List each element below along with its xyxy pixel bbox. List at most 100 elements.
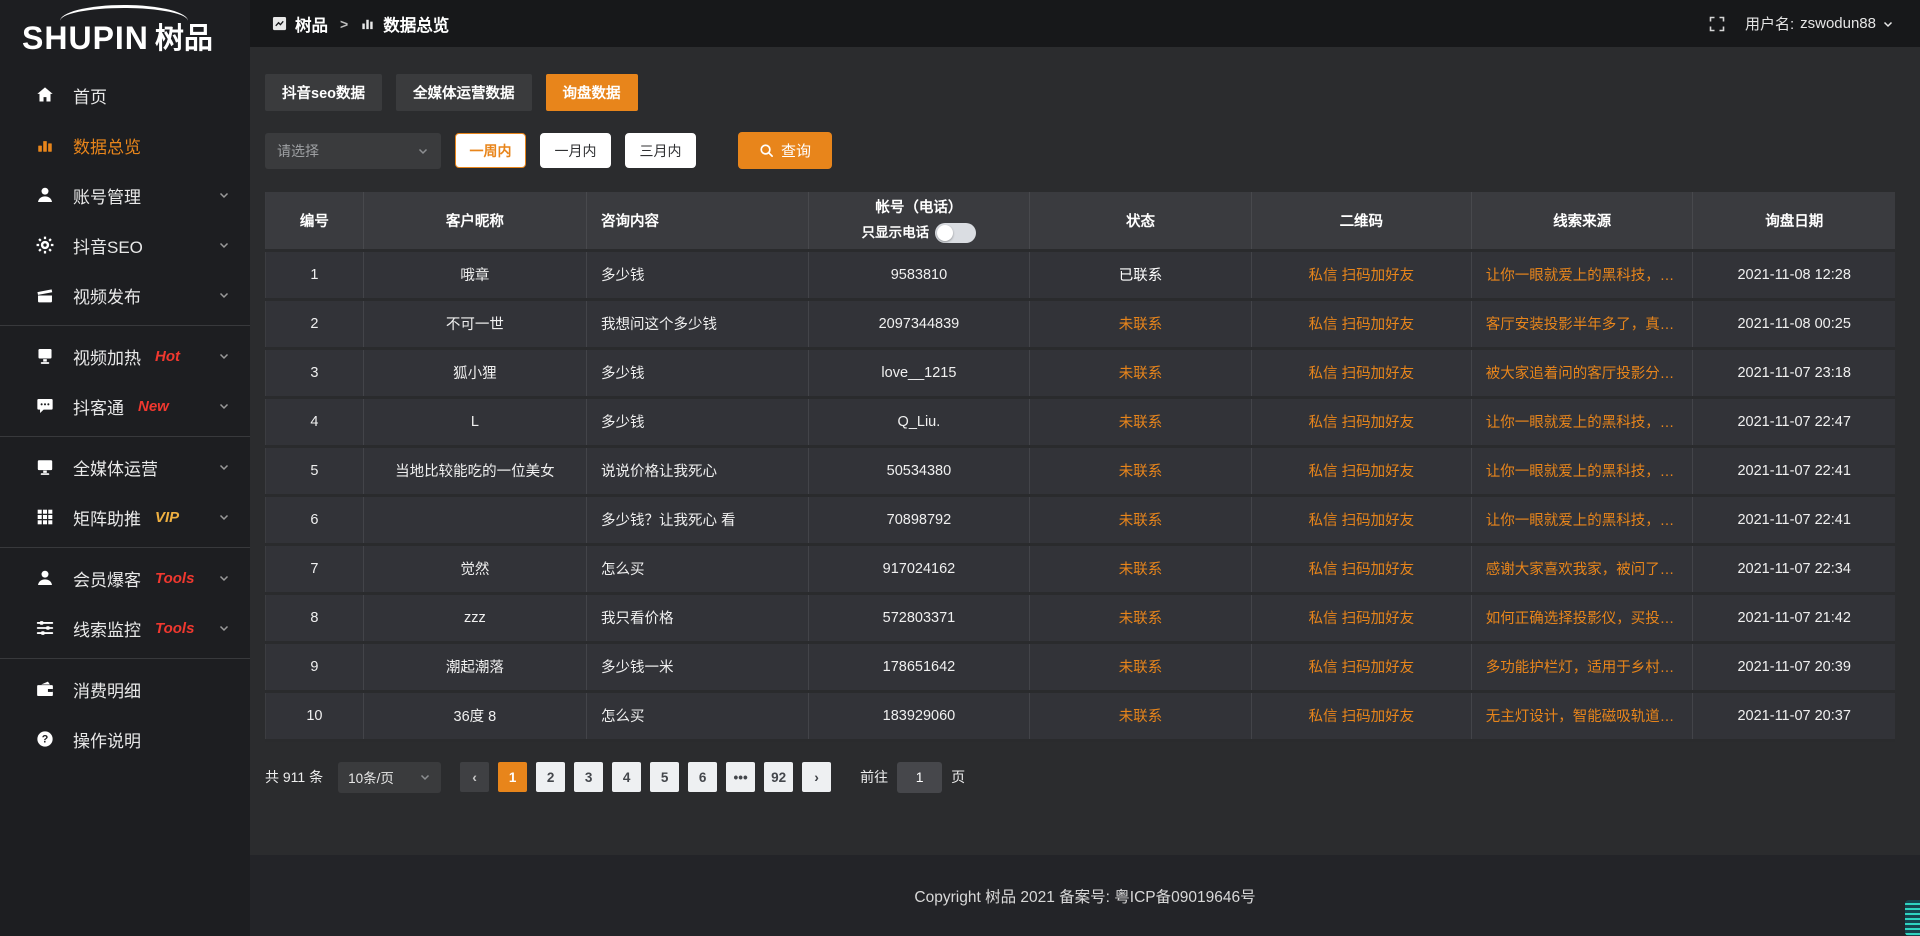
source-link[interactable]: 感谢大家喜欢我家，被问了好...: [1486, 558, 1679, 579]
header-index: 编号: [266, 192, 364, 250]
source-link[interactable]: 如何正确选择投影仪，买投影...: [1486, 607, 1679, 628]
cell-index: 5: [266, 446, 364, 495]
table-header-row: 编号 客户昵称 咨询内容 帐号（电话） 只显示电话 状态 二维码 线索来源 询盘…: [266, 192, 1896, 250]
source-link[interactable]: 让你一眼就爱上的黑科技，能...: [1486, 411, 1679, 432]
support-widget[interactable]: [1905, 900, 1920, 936]
sidebar-item-help[interactable]: ?操作说明: [0, 714, 250, 764]
source-link[interactable]: 客厅安装投影半年多了，真实...: [1486, 313, 1679, 334]
source-link[interactable]: 被大家追着问的客厅投影分享...: [1486, 362, 1679, 383]
copyright-text: Copyright 树品 2021 备案号: 粤ICP备09019646号: [914, 885, 1255, 907]
qrcode-link[interactable]: 私信 扫码加好友: [1266, 656, 1457, 677]
page-button-92[interactable]: 92: [764, 762, 793, 792]
page-button-4[interactable]: 4: [612, 762, 641, 792]
sidebar-item-data-overview[interactable]: 数据总览: [0, 120, 250, 170]
wallet-icon: [36, 680, 56, 698]
sidebar-item-expense[interactable]: 消费明细: [0, 664, 250, 714]
sidebar-item-account[interactable]: 账号管理: [0, 170, 250, 220]
header-account: 帐号（电话） 只显示电话: [808, 192, 1030, 250]
cell-content: 多少钱一米: [587, 642, 809, 691]
query-button[interactable]: 查询: [738, 132, 832, 169]
member-icon: [36, 569, 56, 587]
source-link[interactable]: 让你一眼就爱上的黑科技，能...: [1486, 509, 1679, 530]
sidebar-divider: [0, 325, 250, 326]
sidebar-item-douyin-seo[interactable]: 抖音SEO: [0, 220, 250, 270]
breadcrumb-item-root[interactable]: 树品: [295, 12, 328, 36]
sidebar-item-badge: New: [138, 398, 169, 415]
cell-account: 183929060: [808, 691, 1030, 740]
cell-content: 怎么买: [587, 691, 809, 740]
page-ellipsis-button[interactable]: •••: [726, 762, 755, 792]
sidebar-item-matrix-boost[interactable]: 矩阵助推VIP: [0, 492, 250, 542]
header-content: 咨询内容: [587, 192, 809, 250]
tab-inquiry-data[interactable]: 询盘数据: [546, 74, 638, 111]
qrcode-link[interactable]: 私信 扫码加好友: [1266, 313, 1457, 334]
sidebar-item-home[interactable]: 首页: [0, 70, 250, 120]
qrcode-link[interactable]: 私信 扫码加好友: [1266, 460, 1457, 481]
qrcode-link[interactable]: 私信 扫码加好友: [1266, 362, 1457, 383]
qrcode-link[interactable]: 私信 扫码加好友: [1266, 607, 1457, 628]
sidebar-item-member-burst[interactable]: 会员爆客Tools: [0, 553, 250, 603]
qrcode-link[interactable]: 私信 扫码加好友: [1266, 264, 1457, 285]
chat-icon: [36, 397, 56, 415]
range-quarter-button[interactable]: 三月内: [625, 133, 696, 168]
cell-account: 9583810: [808, 250, 1030, 299]
page-button-6[interactable]: 6: [688, 762, 717, 792]
jump-prefix: 前往: [860, 767, 888, 787]
sidebar-divider: [0, 547, 250, 548]
page-button-1[interactable]: 1: [498, 762, 527, 792]
query-button-label: 查询: [781, 140, 811, 161]
chevron-down-icon: [218, 239, 230, 251]
range-month-button[interactable]: 一月内: [540, 133, 611, 168]
page-button-3[interactable]: 3: [574, 762, 603, 792]
page-size-select[interactable]: 10条/页: [338, 762, 441, 793]
chevron-down-icon: [218, 400, 230, 412]
chevron-down-icon: [218, 572, 230, 584]
page-button-2[interactable]: 2: [536, 762, 565, 792]
sidebar-divider: [0, 658, 250, 659]
cell-content: 多少钱: [587, 250, 809, 299]
source-link[interactable]: 多功能护栏灯，适用于乡村文...: [1486, 656, 1679, 677]
tab-media-ops-data[interactable]: 全媒体运营数据: [396, 74, 532, 111]
cell-nickname: 当地比较能吃的一位美女: [363, 446, 586, 495]
fullscreen-icon[interactable]: [1709, 16, 1725, 32]
pager-pages: 123456 ••• 92: [498, 762, 793, 792]
breadcrumb-item-current: 数据总览: [383, 12, 449, 36]
sidebar-item-badge: Tools: [155, 620, 194, 637]
source-link[interactable]: 让你一眼就爱上的黑科技，能...: [1486, 264, 1679, 285]
header-status: 状态: [1030, 192, 1252, 250]
table-row: 7觉然怎么买917024162未联系私信 扫码加好友感谢大家喜欢我家，被问了好.…: [266, 544, 1896, 593]
sidebar-item-video-heat[interactable]: 视频加热Hot: [0, 331, 250, 381]
next-page-button[interactable]: ›: [802, 762, 831, 792]
chevron-down-icon: [218, 189, 230, 201]
user-menu[interactable]: 用户名: zswodun88: [1745, 13, 1894, 34]
sidebar-item-douketong[interactable]: 抖客通New: [0, 381, 250, 431]
sidebar-item-lead-monitor[interactable]: 线索监控Tools: [0, 603, 250, 653]
account-select[interactable]: 请选择: [265, 133, 441, 169]
prev-page-button[interactable]: ‹: [460, 762, 489, 792]
tab-douyin-seo-data[interactable]: 抖音seo数据: [265, 74, 382, 111]
qrcode-link[interactable]: 私信 扫码加好友: [1266, 558, 1457, 579]
sidebar-item-video-publish[interactable]: 视频发布: [0, 270, 250, 320]
page-button-5[interactable]: 5: [650, 762, 679, 792]
cell-date: 2021-11-07 20:39: [1693, 642, 1895, 691]
source-link[interactable]: 让你一眼就爱上的黑科技，能...: [1486, 460, 1679, 481]
filter-bar: 请选择 一周内 一月内 三月内 查询: [265, 132, 1895, 169]
table-body: 1哦章多少钱9583810已联系私信 扫码加好友让你一眼就爱上的黑科技，能...…: [266, 250, 1896, 740]
table-row: 3狐小狸多少钱love__1215未联系私信 扫码加好友被大家追着问的客厅投影分…: [266, 348, 1896, 397]
chevron-down-icon: [218, 511, 230, 523]
chevron-down-icon: [419, 771, 431, 783]
jump-page-input[interactable]: [897, 762, 942, 793]
qrcode-link[interactable]: 私信 扫码加好友: [1266, 705, 1457, 726]
qrcode-link[interactable]: 私信 扫码加好友: [1266, 411, 1457, 432]
cell-content: 怎么买: [587, 544, 809, 593]
qrcode-link[interactable]: 私信 扫码加好友: [1266, 509, 1457, 530]
screen-icon: [36, 347, 56, 365]
dashboard-icon: [272, 16, 287, 31]
phone-only-toggle[interactable]: [935, 223, 976, 243]
cell-nickname: 潮起潮落: [363, 642, 586, 691]
source-link[interactable]: 无主灯设计，智能磁吸轨道灯...: [1486, 705, 1679, 726]
range-week-button[interactable]: 一周内: [455, 133, 526, 168]
sidebar-item-media-ops[interactable]: 全媒体运营: [0, 442, 250, 492]
cell-content: 多少钱？让我死心 看: [587, 495, 809, 544]
brand-name-cn: 树品: [155, 25, 213, 54]
